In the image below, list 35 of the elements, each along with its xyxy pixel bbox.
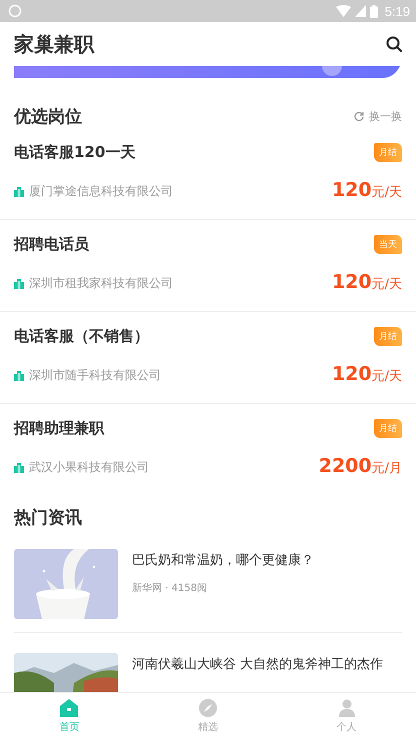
circle-icon bbox=[8, 4, 22, 18]
pay-tag: 当天 bbox=[374, 234, 402, 254]
pay-rate: 120元/天 bbox=[332, 270, 402, 295]
pay-tag: 月结 bbox=[374, 142, 402, 162]
pay-rate: 120元/天 bbox=[332, 362, 402, 387]
app-title: 家巢兼职 bbox=[14, 30, 94, 58]
news-meta: 新华网 · 4158阅 bbox=[132, 582, 208, 595]
building-icon bbox=[14, 462, 24, 472]
building-icon bbox=[14, 370, 24, 380]
pay-rate: 2200元/月 bbox=[318, 454, 402, 479]
news-title[interactable]: 巴氏奶和常温奶，哪个更健康？ bbox=[132, 551, 314, 569]
home-icon bbox=[59, 698, 80, 718]
search-icon[interactable] bbox=[386, 36, 402, 52]
company-name: 武汉小果科技有限公司 bbox=[29, 459, 149, 476]
company-name: 厦门掌途信息科技有限公司 bbox=[29, 183, 173, 200]
building-icon bbox=[14, 278, 24, 288]
person-icon bbox=[336, 698, 357, 718]
company-name: 深圳市随手科技有限公司 bbox=[29, 367, 161, 384]
pay-rate: 120元/天 bbox=[332, 178, 402, 203]
company-name: 深圳市租我家科技有限公司 bbox=[29, 275, 173, 292]
job-title[interactable]: 招聘助理兼职 bbox=[14, 417, 104, 439]
pay-tag: 月结 bbox=[374, 326, 402, 346]
section-title: 优选岗位 bbox=[14, 106, 82, 128]
pay-tag: 月结 bbox=[374, 418, 402, 438]
wifi-icon bbox=[336, 5, 351, 17]
battery-icon bbox=[370, 4, 378, 18]
job-title[interactable]: 电话客服（不销售） bbox=[14, 325, 149, 347]
building-icon bbox=[14, 186, 24, 196]
job-title[interactable]: 电话客服120一天 bbox=[14, 141, 136, 163]
signal-icon bbox=[354, 5, 366, 17]
compass-icon bbox=[198, 698, 218, 718]
section-title: 热门资讯 bbox=[14, 506, 82, 528]
news-title[interactable]: 河南伏羲山大峡谷 大自然的鬼斧神工的杰作 bbox=[132, 655, 384, 673]
refresh-icon bbox=[354, 111, 364, 121]
job-title[interactable]: 招聘电话员 bbox=[14, 233, 89, 255]
